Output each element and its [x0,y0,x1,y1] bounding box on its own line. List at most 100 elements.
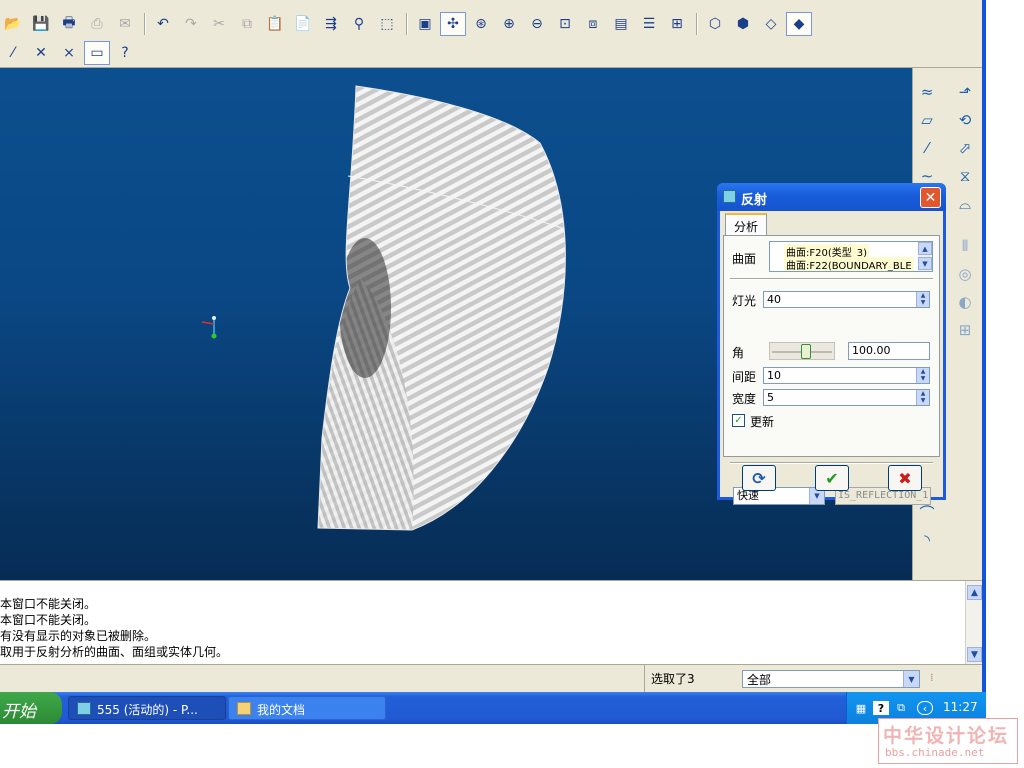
context-help-icon[interactable]: ? [112,41,138,65]
resize-grip-icon: ⁞ [930,671,934,684]
list-item[interactable]: 曲面:F22(BOUNDARY_BLE [784,257,914,271]
regenerate-icon[interactable]: ⇶ [318,12,344,36]
help-icon[interactable]: ? [873,701,889,715]
chevron-down-icon[interactable]: ▼ [903,671,919,687]
datum-plane-icon[interactable]: ▱ [915,108,939,132]
zoom-in-icon[interactable]: ⊕ [496,12,522,36]
datum-axis-icon[interactable]: ⁄ [0,41,26,65]
network-icon[interactable]: ⧉ [893,701,909,715]
spinner-icon[interactable]: ▲ ▼ [916,390,929,405]
datum-point-icon[interactable]: ✕ [28,41,54,65]
sketched-curve-icon[interactable]: ≈ [915,80,939,104]
trim-icon[interactable]: ◐ [953,290,977,314]
toolbar-row-datum: ⁄ ✕ ⨯ ▭ ? [0,39,140,67]
refit-icon[interactable]: ⊡ [552,12,578,36]
message-scrollbar[interactable]: ▲ ▼ [965,581,982,665]
tab-analysis[interactable]: 分析 [725,213,768,235]
dialog-title: 反射 [741,193,768,208]
width-input[interactable]: 5 ▲ ▼ [763,389,930,406]
message-line: 有没有显示的对象已被删除。 [0,629,157,643]
surface-label: 曲面 [732,252,757,266]
annotation-icon[interactable]: ▭ [84,41,110,65]
open-folder-icon[interactable]: 📂 [0,12,26,36]
dialog-app-icon [723,190,736,203]
pattern-icon[interactable]: ⊞ [953,318,977,342]
scroll-up-icon[interactable]: ▲ [967,585,982,600]
spinner-icon[interactable]: ▲ ▼ [916,368,929,383]
repeat-button[interactable]: ⟳ [742,465,776,491]
light-input[interactable]: 40 ▲ ▼ [763,291,930,308]
print-icon[interactable]: 🖶 [56,12,82,36]
orient-icon[interactable]: ⊛ [468,12,494,36]
undo-icon[interactable]: ↶ [150,12,176,36]
redo-icon[interactable]: ↷ [178,12,204,36]
toolbar-separator [406,13,408,35]
layers-icon[interactable]: ☰ [636,12,662,36]
windows-taskbar: 开始 555 (活动的) - P... 我的文档 ▦ ? ⧉ ‹ 11:27 [0,692,986,724]
sweep-icon[interactable]: ⬀ [953,136,977,160]
repeat-icon: ⟳ [752,468,766,488]
wireframe-icon[interactable]: ⬡ [702,12,728,36]
repaint-icon[interactable]: ▣ [412,12,438,36]
hidden-line-icon[interactable]: ⬢ [730,12,756,36]
coordinate-system-icon[interactable]: ⨯ [56,41,82,65]
axis-icon[interactable]: ⁄ [915,136,939,160]
main-toolbars: 📂 💾 🖶 ⎙ ✉ ↶ ↷ ✂ ⧉ 📋 📄 ⇶ ⚲ ⬚ ▣ ✣ ⊛ ⊕ ⊖ ⊡ … [0,0,982,68]
chevron-left-icon[interactable]: ‹ [917,701,933,715]
merge-icon[interactable]: ◎ [953,262,977,286]
revolve-icon[interactable]: ⟲ [953,108,977,132]
spinner-icon[interactable]: ▲ ▼ [916,292,929,307]
chamfer-icon[interactable]: ◝ [915,528,939,552]
taskbar-item-label: 555 (活动的) - P... [97,703,198,717]
view-manager-icon[interactable]: ⧈ [580,12,606,36]
scroll-up-icon[interactable]: ▲ [918,242,932,255]
cut-icon[interactable]: ✂ [206,12,232,36]
light-label: 灯光 [732,294,757,308]
message-area: 本窗口不能关闭。 本窗口不能关闭。 有没有显示的对象已被删除。 取用于反射分析的… [0,580,982,665]
spacing-value: 10 [767,369,781,382]
scroll-down-icon[interactable]: ▼ [967,647,982,662]
model-tree-icon[interactable]: ⊞ [664,12,690,36]
taskbar-item-documents[interactable]: 我的文档 [228,696,386,720]
shading-icon[interactable]: ◆ [786,12,812,36]
watermark-text: 中华设计论坛 [883,725,1010,747]
slider-thumb[interactable] [801,344,811,359]
zoom-out-icon[interactable]: ⊖ [524,12,550,36]
window-frame-edge [982,0,1024,700]
update-checkbox[interactable]: ✓ [732,414,745,427]
angle-slider[interactable] [769,342,835,360]
find-icon[interactable]: ⚲ [346,12,372,36]
selection-filter[interactable]: 全部 ▼ [742,670,920,688]
copy-icon[interactable]: ⧉ [234,12,260,36]
boundary-blend-icon[interactable]: ⌓ [953,192,977,216]
light-value: 40 [767,293,781,306]
close-button[interactable]: ✕ [920,187,941,208]
select-box-icon[interactable]: ⬚ [374,12,400,36]
x-icon: ✖ [898,468,912,488]
start-button[interactable]: 开始 [0,692,62,724]
email-icon[interactable]: ✉ [112,12,138,36]
cancel-button[interactable]: ✖ [888,465,922,491]
blend-icon[interactable]: ⧖ [953,164,977,188]
spin-center-icon[interactable]: ✣ [440,12,466,36]
selection-count: 选取了3 [644,665,740,693]
paste-special-icon[interactable]: 📄 [290,12,316,36]
print-quick-icon[interactable]: ⎙ [84,12,110,36]
check-icon: ✔ [825,468,839,488]
list-scrollbar[interactable]: ▲ ▼ [918,242,932,271]
no-hidden-icon[interactable]: ◇ [758,12,784,36]
dialog-titlebar[interactable]: 反射 ✕ [717,183,946,211]
angle-input[interactable]: 100.00 [848,342,930,360]
extrude-icon[interactable]: ⬏ [953,80,977,104]
saved-views-icon[interactable]: ▤ [608,12,634,36]
mirror-icon[interactable]: ⫴ [953,234,977,258]
message-line: 取用于反射分析的曲面、面组或实体几何。 [0,645,229,659]
paste-icon[interactable]: 📋 [262,12,288,36]
taskbar-item-proe[interactable]: 555 (活动的) - P... [68,696,226,720]
ok-button[interactable]: ✔ [815,465,849,491]
spacing-input[interactable]: 10 ▲ ▼ [763,367,930,384]
surface-list[interactable]: 曲面:F20(类型_3) 曲面:F22(BOUNDARY_BLE ▲ ▼ [769,241,933,272]
save-icon[interactable]: 💾 [28,12,54,36]
scroll-down-icon[interactable]: ▼ [918,257,932,270]
keyboard-icon[interactable]: ▦ [853,701,869,715]
